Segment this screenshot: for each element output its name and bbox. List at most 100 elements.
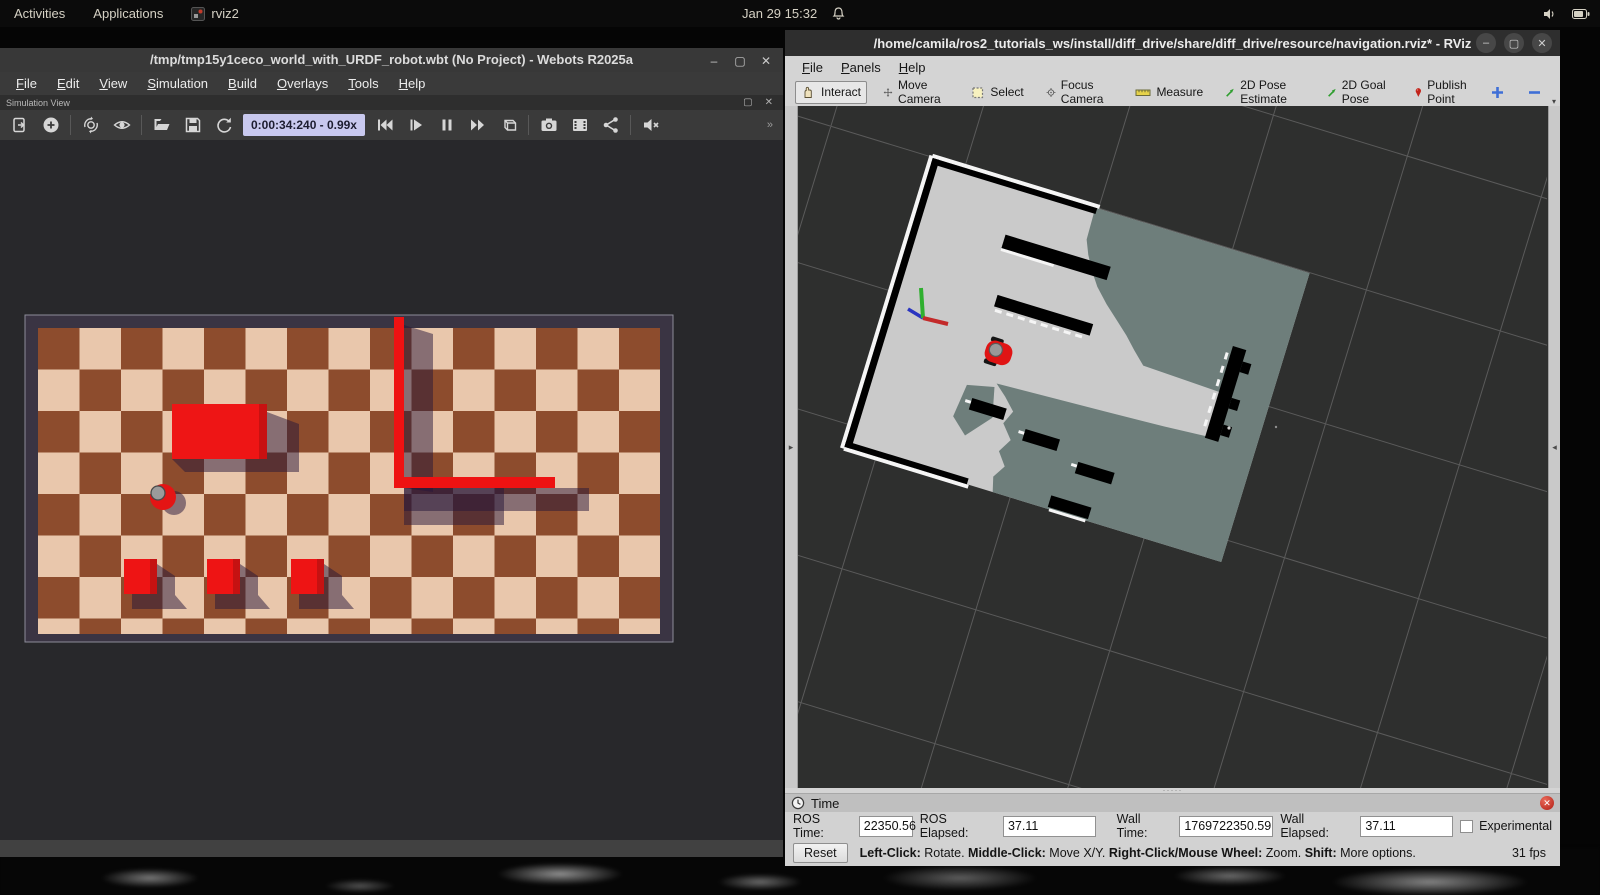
map-speck (1227, 426, 1230, 429)
simulation-view-float-button[interactable]: ▢ (743, 97, 752, 108)
open-file-button[interactable] (150, 113, 173, 136)
rviz-maximize-button[interactable]: ▢ (1504, 33, 1524, 53)
tool-2d-goal-pose[interactable]: 2D Goal Pose (1321, 74, 1398, 110)
goal-pose-arrow-icon (1327, 85, 1337, 100)
rewind-button[interactable] (373, 113, 396, 136)
hand-icon (801, 85, 816, 100)
pose-estimate-arrow-icon (1225, 85, 1235, 100)
checkerboard-arena[interactable] (25, 315, 673, 642)
time-panel-header: Time ✕ (785, 793, 1560, 812)
webots-maximize-button[interactable]: ▢ (727, 54, 753, 68)
clock[interactable]: Jan 29 15:32 (742, 6, 817, 21)
experimental-checkbox[interactable] (1460, 820, 1473, 833)
reload-world-button[interactable] (79, 113, 102, 136)
rviz-close-button[interactable]: ✕ (1532, 33, 1552, 53)
simulation-view-tab-bar: Simulation View ▢ ✕ (0, 95, 783, 110)
wall-elapsed-field[interactable]: 37.11 (1360, 816, 1453, 837)
add-node-button[interactable] (39, 113, 62, 136)
views-panel-expander[interactable]: ◂ (1548, 106, 1560, 788)
toolbar-dropdown-arrow[interactable]: ▾ (1552, 97, 1556, 106)
publish-point-pin-icon (1414, 85, 1423, 100)
rviz-status-bar: Reset Left-Click: Rotate. Middle-Click: … (785, 840, 1560, 866)
mute-sound-button[interactable] (639, 113, 662, 136)
pause-button[interactable] (435, 113, 458, 136)
webots-3d-viewport[interactable] (0, 140, 783, 840)
focus-camera-icon (1046, 85, 1056, 100)
rviz-minimize-button[interactable]: – (1476, 33, 1496, 53)
time-panel-fields: ROS Time: 22350.56 ROS Elapsed: 37.11 Wa… (785, 812, 1560, 840)
sim-time-value: 0:00:34:240 (251, 118, 316, 132)
time-panel-close-button[interactable]: ✕ (1540, 796, 1554, 810)
rviz2-app-icon (191, 7, 205, 21)
mouse-help-text: Left-Click: Rotate. Middle-Click: Move X… (860, 846, 1416, 860)
simulation-time-display[interactable]: 0:00:34:240 - 0.99x (243, 114, 365, 136)
rviz-menu-panels[interactable]: Panels (832, 59, 890, 76)
rviz-scene (798, 106, 1547, 788)
webots-titlebar[interactable]: /tmp/tmp15y1ceco_world_with_URDF_robot.w… (0, 48, 783, 72)
rviz-toolbar: Interact Move Camera Select Focus Camera… (785, 78, 1560, 106)
webots-menu-edit[interactable]: Edit (47, 74, 89, 93)
ros-time-field[interactable]: 22350.56 (859, 816, 913, 837)
wall-elapsed-label: Wall Elapsed: (1280, 812, 1353, 840)
battery-icon[interactable] (1572, 8, 1590, 20)
ros-time-label: ROS Time: (793, 812, 852, 840)
webots-menu-tools[interactable]: Tools (338, 74, 388, 93)
ros-elapsed-field[interactable]: 37.11 (1003, 816, 1096, 837)
clock-icon (791, 796, 805, 810)
simulation-view-label: Simulation View (6, 98, 70, 108)
screenshot-button[interactable] (537, 113, 560, 136)
volume-icon[interactable] (1542, 7, 1558, 21)
simulation-view-close-button[interactable]: ✕ (765, 97, 773, 108)
rviz-menu-file[interactable]: File (793, 59, 832, 76)
webots-menu-simulation[interactable]: Simulation (137, 74, 218, 93)
rviz-3d-view[interactable] (798, 106, 1548, 788)
fps-counter: 31 fps (1512, 846, 1552, 860)
tool-measure[interactable]: Measure (1129, 81, 1209, 104)
reset-button[interactable]: Reset (793, 843, 848, 863)
experimental-label: Experimental (1479, 819, 1552, 833)
toolbar-overflow-chevron[interactable]: » (767, 119, 775, 131)
webots-menu-overlays[interactable]: Overlays (267, 74, 338, 93)
step-button[interactable] (404, 113, 427, 136)
webots-close-button[interactable]: ✕ (753, 54, 779, 68)
rviz-menu-help[interactable]: Help (890, 59, 935, 76)
tool-2d-pose-estimate[interactable]: 2D Pose Estimate (1219, 74, 1311, 110)
red-cubes[interactable] (124, 559, 324, 594)
sim-speed-value: 0.99x (327, 118, 357, 132)
webots-menu-view[interactable]: View (89, 74, 137, 93)
webots-menu-build[interactable]: Build (218, 74, 267, 93)
tool-publish-point[interactable]: Publish Point (1408, 74, 1480, 110)
displays-panel-expander[interactable]: ▸ (785, 106, 798, 788)
render-toggle-button[interactable] (497, 113, 520, 136)
wall-time-field[interactable]: 1769722350.59 (1179, 816, 1273, 837)
activities-button[interactable]: Activities (0, 0, 79, 27)
rviz2-taskbar-item[interactable]: rviz2 (177, 0, 252, 27)
fast-forward-button[interactable] (466, 113, 489, 136)
red-box[interactable] (172, 404, 267, 459)
webots-minimize-button[interactable]: – (701, 54, 727, 68)
remove-tool-button[interactable] (1527, 85, 1542, 100)
scene-tree-toggle-button[interactable] (8, 113, 31, 136)
share-button[interactable] (599, 113, 622, 136)
webots-menubar: File Edit View Simulation Build Overlays… (0, 72, 783, 95)
ros-elapsed-label: ROS Elapsed: (920, 812, 996, 840)
tool-select[interactable]: Select (964, 81, 1029, 104)
tool-move-camera[interactable]: Move Camera (877, 74, 954, 110)
applications-menu[interactable]: Applications (79, 0, 177, 27)
tool-interact[interactable]: Interact (795, 81, 867, 104)
webots-window: /tmp/tmp15y1ceco_world_with_URDF_robot.w… (0, 48, 783, 857)
webots-robot[interactable] (150, 484, 176, 510)
webots-menu-file[interactable]: File (6, 74, 47, 93)
rviz-titlebar[interactable]: /home/camila/ros2_tutorials_ws/install/d… (785, 30, 1560, 56)
tool-focus-camera[interactable]: Focus Camera (1040, 74, 1120, 110)
movie-record-button[interactable] (568, 113, 591, 136)
reset-simulation-button[interactable] (212, 113, 235, 136)
webots-window-title: /tmp/tmp15y1ceco_world_with_URDF_robot.w… (150, 52, 633, 67)
sim-time-dash: - (320, 118, 324, 132)
restore-viewpoint-icon[interactable] (110, 113, 133, 136)
notification-bell-icon[interactable] (831, 6, 846, 21)
save-button[interactable] (181, 113, 204, 136)
time-panel-title: Time (811, 796, 839, 811)
webots-menu-help[interactable]: Help (389, 74, 436, 93)
add-tool-button[interactable] (1490, 85, 1505, 100)
